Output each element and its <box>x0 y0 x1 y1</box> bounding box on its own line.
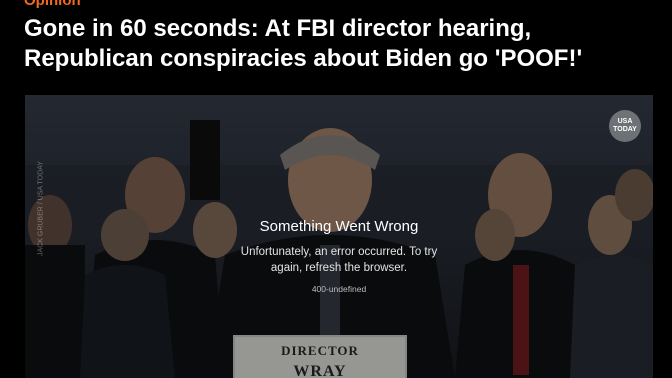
video-error-message: Something Went Wrong Unfortunately, an e… <box>25 218 653 294</box>
video-player[interactable]: DIRECTOR WRAY JACK GRUBER / USA TODAY US… <box>25 95 653 378</box>
logo-line-2: TODAY <box>613 126 637 133</box>
error-description: Unfortunately, an error occurred. To try… <box>240 246 438 274</box>
error-title: Something Went Wrong <box>259 218 419 235</box>
section-label[interactable]: Opinion <box>24 0 81 10</box>
usa-today-logo-icon: USA TODAY <box>609 110 641 142</box>
article-headline: Gone in 60 seconds: At FBI director hear… <box>24 15 583 72</box>
error-code: 400-undefined <box>311 284 367 294</box>
logo-line-1: USA <box>617 118 633 125</box>
